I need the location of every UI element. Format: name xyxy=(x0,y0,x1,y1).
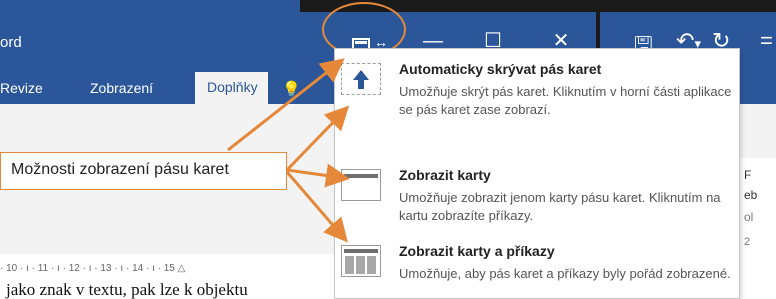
option-title: Zobrazit karty a příkazy xyxy=(399,243,555,259)
auto-hide-ribbon-icon xyxy=(341,63,381,95)
menu-option-show-tabs[interactable]: Zobrazit karty Umožňuje zobrazit jenom k… xyxy=(335,159,739,233)
ruler: · 10 · ı · 11 · ı · 12 · ı · 13 · ı · 14… xyxy=(0,260,340,280)
menu-option-show-tabs-commands[interactable]: Zobrazit karty a příkazy Umožňuje, aby p… xyxy=(335,235,739,299)
customize-qat-icon[interactable]: = xyxy=(760,28,773,54)
right-pane-text: eb xyxy=(744,188,758,202)
option-description: Umožňuje skrýt pás karet. Kliknutím v ho… xyxy=(399,84,732,117)
show-tabs-icon xyxy=(341,169,381,201)
document-text: jako znak v textu, pak lze k objektu xyxy=(6,280,248,299)
lightbulb-icon[interactable]: 💡 xyxy=(282,80,301,98)
right-pane-text: F xyxy=(744,168,752,182)
tab-zobrazeni[interactable]: Zobrazení xyxy=(90,80,153,96)
right-pane-text: 2 xyxy=(744,236,751,248)
show-tabs-commands-icon xyxy=(341,245,381,277)
app-name: ord xyxy=(0,34,22,51)
option-description: Umožňuje, aby pás karet a příkazy byly p… xyxy=(399,266,731,281)
ribbon-display-options-menu: Automaticky skrývat pás karet Umožňuje s… xyxy=(334,48,740,299)
tab-revize[interactable]: Revize xyxy=(0,80,43,96)
annotation-callout: Možnosti zobrazení pásu karet xyxy=(0,152,287,190)
option-description: Umožňuje zobrazit jenom karty pásu karet… xyxy=(399,190,721,223)
right-pane-text: ol xyxy=(744,210,754,224)
option-title: Automaticky skrývat pás karet xyxy=(399,61,602,77)
tab-doplnky[interactable]: Doplňky xyxy=(195,72,268,104)
callout-text: Možnosti zobrazení pásu karet xyxy=(11,161,229,178)
menu-option-auto-hide[interactable]: Automaticky skrývat pás karet Umožňuje s… xyxy=(335,53,739,127)
option-title: Zobrazit karty xyxy=(399,167,491,183)
